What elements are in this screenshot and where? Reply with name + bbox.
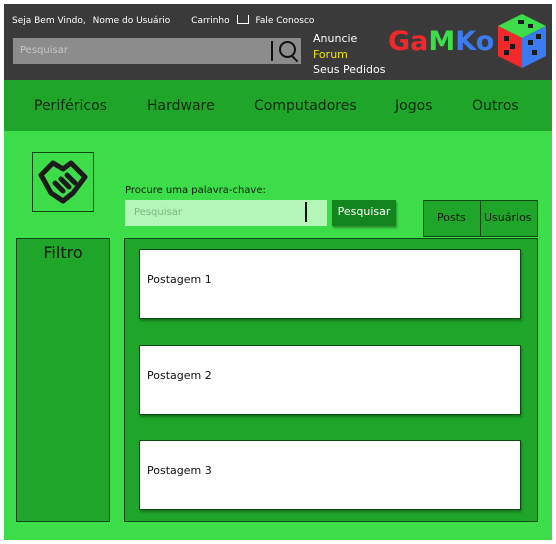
cart-link[interactable]: Carrinho bbox=[191, 16, 229, 26]
forum-link[interactable]: Forum bbox=[313, 47, 385, 63]
logo-letter: G bbox=[388, 26, 411, 57]
username-link[interactable]: Nome do Usuário bbox=[93, 16, 171, 26]
posts-panel: Postagem 1 Postagem 2 Postagem 3 bbox=[124, 238, 538, 522]
post-title: Postagem 3 bbox=[147, 464, 212, 477]
welcome-text: Seja Bem Vindo, bbox=[12, 16, 86, 26]
filter-panel: Filtro bbox=[16, 238, 110, 522]
logo-letter: o bbox=[475, 26, 495, 57]
cart-icon[interactable] bbox=[236, 15, 249, 24]
text-caret bbox=[305, 202, 307, 222]
contact-link[interactable]: Fale Conosco bbox=[256, 16, 315, 26]
search-button[interactable]: Pesquisar bbox=[332, 200, 396, 226]
post-title: Postagem 1 bbox=[147, 273, 212, 286]
category-nav: Periféricos Hardware Computadores Jogos … bbox=[4, 80, 552, 131]
brand-logo[interactable]: GaMKo bbox=[388, 26, 494, 57]
nav-item-computadores[interactable]: Computadores bbox=[254, 98, 357, 114]
orders-link[interactable]: Seus Pedidos bbox=[313, 62, 385, 78]
tab-posts[interactable]: Posts bbox=[437, 211, 466, 224]
page-frame: Seja Bem Vindo, Nome do Usuário Carrinho… bbox=[4, 4, 552, 540]
logo-letter: a bbox=[410, 26, 429, 57]
post-card[interactable]: Postagem 3 bbox=[139, 440, 521, 510]
search-separator bbox=[271, 41, 273, 61]
logo-cube-icon bbox=[498, 14, 546, 68]
tab-usuarios[interactable]: Usuários bbox=[484, 211, 532, 224]
nav-item-outros[interactable]: Outros bbox=[472, 98, 519, 114]
post-title: Postagem 2 bbox=[147, 369, 212, 382]
result-tabs: Posts Usuários bbox=[423, 200, 538, 237]
header-search-input[interactable]: Pesquisar bbox=[13, 38, 301, 64]
handshake-icon bbox=[32, 152, 94, 212]
header-search-placeholder: Pesquisar bbox=[20, 45, 68, 56]
top-links: Seja Bem Vindo, Nome do Usuário Carrinho… bbox=[12, 15, 318, 26]
nav-item-perifericos[interactable]: Periféricos bbox=[34, 98, 107, 114]
nav-item-hardware[interactable]: Hardware bbox=[147, 98, 215, 114]
filter-title: Filtro bbox=[43, 243, 83, 262]
logo-letter: K bbox=[455, 26, 476, 57]
header-menu: Anuncie Forum Seus Pedidos bbox=[313, 31, 385, 78]
tab-divider bbox=[480, 201, 481, 236]
keyword-label: Procure uma palavra-chave: bbox=[125, 185, 266, 196]
keyword-search-input[interactable]: Pesquisar bbox=[125, 200, 327, 226]
post-card[interactable]: Postagem 1 bbox=[139, 249, 521, 319]
keyword-search-placeholder: Pesquisar bbox=[134, 207, 182, 218]
nav-item-jogos[interactable]: Jogos bbox=[395, 98, 432, 114]
search-icon-handle bbox=[291, 55, 299, 63]
post-card[interactable]: Postagem 2 bbox=[139, 345, 521, 415]
advertise-link[interactable]: Anuncie bbox=[313, 31, 385, 47]
logo-letter: M bbox=[428, 26, 456, 57]
top-header: Seja Bem Vindo, Nome do Usuário Carrinho… bbox=[4, 4, 552, 80]
